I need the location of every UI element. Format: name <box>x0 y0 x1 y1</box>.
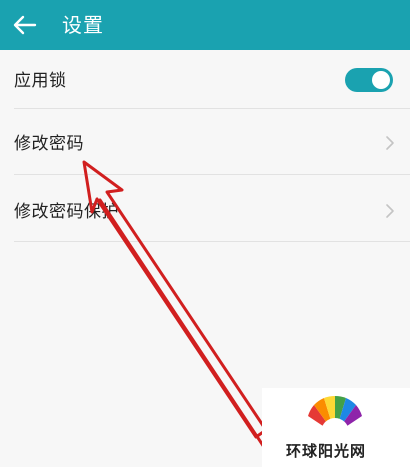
change-password-protection-row[interactable]: 修改密码保护 <box>0 175 410 239</box>
app-lock-label: 应用锁 <box>14 71 67 91</box>
back-button[interactable] <box>8 9 42 41</box>
change-password-row[interactable]: 修改密码 <box>0 109 410 173</box>
chevron-right-icon <box>386 204 394 218</box>
watermark-logo-icon <box>308 395 362 438</box>
app-lock-toggle[interactable] <box>345 68 393 92</box>
watermark: 环球阳光网 <box>262 388 410 467</box>
app-header: 设置 <box>0 0 410 50</box>
app-lock-row[interactable]: 应用锁 <box>0 50 410 114</box>
page-title: 设置 <box>62 13 104 37</box>
watermark-text: 环球阳光网 <box>286 442 367 460</box>
chevron-right-icon <box>386 136 394 150</box>
change-password-protection-label: 修改密码保护 <box>14 202 119 222</box>
change-password-label: 修改密码 <box>14 134 84 154</box>
divider <box>14 241 410 242</box>
toggle-knob <box>372 71 390 89</box>
arrow-left-icon <box>13 15 37 35</box>
